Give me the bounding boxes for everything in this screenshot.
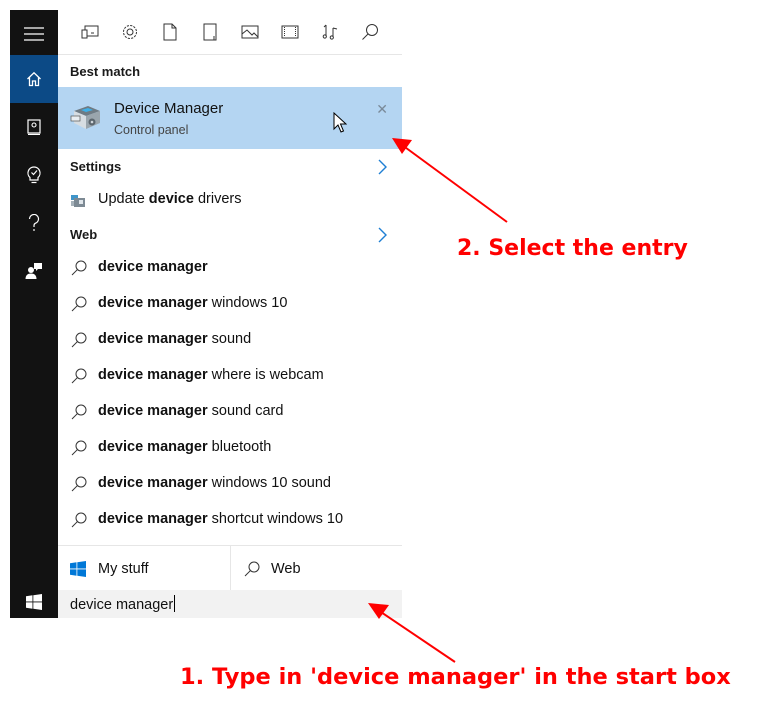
sidebar-item-home[interactable] <box>10 55 58 103</box>
web-search-icon <box>362 24 378 40</box>
sidebar-item-reminders[interactable] <box>10 151 58 199</box>
settings-icon <box>123 25 137 39</box>
sidebar-item-notebook[interactable] <box>10 103 58 151</box>
web-result-item[interactable]: device manager windows 10 <box>58 286 402 322</box>
text-caret <box>174 595 176 612</box>
scope-my-stuff-button[interactable]: My stuff <box>58 546 230 591</box>
best-match-label: Best match <box>70 64 141 79</box>
home-icon <box>27 71 41 87</box>
web-result-item[interactable]: device manager windows 10 sound <box>58 466 402 502</box>
apps-icon <box>81 25 99 39</box>
best-match-title: Device Manager <box>114 100 224 117</box>
photos-icon <box>241 25 259 39</box>
web-result-text: device manager sound card <box>98 403 284 419</box>
start-button[interactable] <box>10 585 58 618</box>
filter-web-button[interactable] <box>360 22 380 42</box>
best-match-subtitle: Control panel <box>114 123 189 137</box>
hamburger-icon <box>24 27 44 41</box>
cortana-sidebar <box>10 10 58 618</box>
settings-more-chevron-icon[interactable] <box>376 159 388 175</box>
feedback-icon <box>25 263 42 279</box>
sidebar-item-feedback[interactable] <box>10 247 58 295</box>
filter-settings-button[interactable] <box>120 22 140 42</box>
folders-icon <box>203 23 217 41</box>
scope-web-label: Web <box>271 560 301 577</box>
filter-documents-button[interactable] <box>160 22 180 42</box>
scope-web-button[interactable]: Web <box>231 546 402 591</box>
web-result-item[interactable]: device manager shortcut windows 10 <box>58 502 402 538</box>
filter-folders-button[interactable] <box>200 22 220 42</box>
settings-item-update-device-drivers[interactable]: Update device drivers <box>58 182 402 218</box>
web-result-text: device manager windows 10 sound <box>98 475 331 491</box>
filter-photos-button[interactable] <box>240 22 260 42</box>
search-scope-bar: My stuff Web <box>58 545 402 591</box>
search-icon <box>71 332 87 348</box>
settings-section-label: Settings <box>70 159 122 174</box>
videos-icon <box>281 25 299 39</box>
dismiss-button[interactable]: ✕ <box>376 101 388 118</box>
mouse-cursor-icon <box>333 112 347 133</box>
web-result-item[interactable]: device manager <box>58 250 402 286</box>
web-section-label: Web <box>70 227 98 242</box>
search-icon <box>71 296 87 312</box>
search-box[interactable]: device manager <box>58 590 402 618</box>
filter-toolbar <box>58 10 402 55</box>
notebook-icon <box>27 119 41 135</box>
best-match-device-manager[interactable]: Device Manager Control panel ✕ <box>58 87 402 149</box>
search-icon <box>244 561 260 576</box>
filter-videos-button[interactable] <box>280 22 300 42</box>
documents-icon <box>163 23 177 41</box>
search-icon <box>71 368 87 384</box>
question-icon <box>28 214 40 231</box>
annotation-step2: 2. Select the entry <box>457 236 688 261</box>
search-icon <box>71 512 87 528</box>
web-result-text: device manager <box>98 259 208 275</box>
music-icon <box>322 24 338 40</box>
web-result-text: device manager sound <box>98 331 252 347</box>
windows-logo-icon <box>70 560 86 577</box>
lightbulb-icon <box>27 166 41 184</box>
web-result-text: device manager shortcut windows 10 <box>98 511 344 527</box>
web-result-text: device manager windows 10 <box>98 295 288 311</box>
search-results-panel: Best match Device Manager Control panel … <box>58 10 402 618</box>
web-result-item[interactable]: device manager sound card <box>58 394 402 430</box>
search-icon <box>71 260 87 276</box>
device-manager-icon <box>70 106 100 129</box>
web-result-text: device manager bluetooth <box>98 439 272 455</box>
arrow-step2 <box>392 138 508 223</box>
search-icon <box>71 404 87 420</box>
hamburger-menu-button[interactable] <box>10 10 58 58</box>
search-input[interactable]: device manager <box>70 595 370 613</box>
annotation-step1: 1. Type in 'device manager' in the start… <box>180 664 731 690</box>
filter-apps-button[interactable] <box>80 22 100 42</box>
web-result-text: device manager where is webcam <box>98 367 324 383</box>
web-result-item[interactable]: device manager bluetooth <box>58 430 402 466</box>
settings-item-text: Update device drivers <box>98 191 242 207</box>
windows-logo-icon <box>26 593 42 610</box>
sidebar-item-help[interactable] <box>10 199 58 247</box>
filter-music-button[interactable] <box>320 22 340 42</box>
search-icon <box>71 440 87 456</box>
scope-my-stuff-label: My stuff <box>98 560 149 577</box>
web-result-item[interactable]: device manager where is webcam <box>58 358 402 394</box>
search-icon <box>71 476 87 492</box>
web-result-item[interactable]: device manager sound <box>58 322 402 358</box>
update-drivers-icon <box>71 195 85 207</box>
web-more-chevron-icon[interactable] <box>376 227 388 243</box>
